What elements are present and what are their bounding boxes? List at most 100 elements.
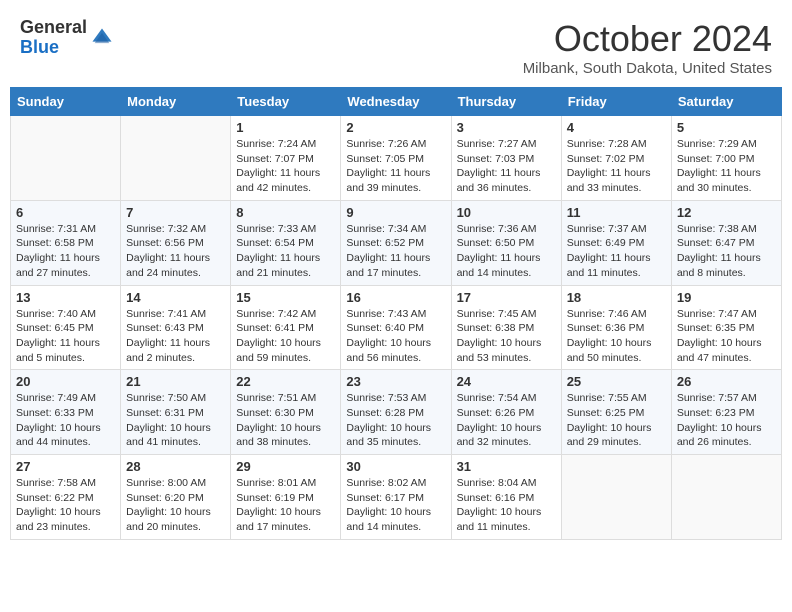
calendar-cell: 16Sunrise: 7:43 AMSunset: 6:40 PMDayligh… bbox=[341, 285, 451, 370]
day-info: Sunrise: 8:02 AMSunset: 6:17 PMDaylight:… bbox=[346, 476, 445, 535]
day-info: Sunrise: 7:41 AMSunset: 6:43 PMDaylight:… bbox=[126, 307, 225, 366]
calendar-cell: 25 Sunrise: 7:55 AMSunset: 6:25 PMDayligh… bbox=[561, 370, 671, 455]
day-header-thursday: Thursday bbox=[451, 88, 561, 116]
day-info: Sunrise: 7:32 AMSunset: 6:56 PMDaylight:… bbox=[126, 222, 225, 281]
calendar-cell: 30 Sunrise: 8:02 AMSunset: 6:17 PMDayligh… bbox=[341, 455, 451, 540]
day-info: Sunrise: 7:24 AMSunset: 7:07 PMDaylight:… bbox=[236, 137, 335, 196]
day-info: Sunrise: 7:47 AMSunset: 6:35 PMDaylight:… bbox=[677, 307, 776, 366]
calendar-cell: 7Sunrise: 7:32 AMSunset: 6:56 PMDaylight… bbox=[121, 200, 231, 285]
calendar-week-row: 13 Sunrise: 7:40 AMSunset: 6:45 PMDayligh… bbox=[11, 285, 782, 370]
calendar-cell: 8 Sunrise: 7:33 AMSunset: 6:54 PMDaylight… bbox=[231, 200, 341, 285]
calendar-week-row: 20 Sunrise: 7:49 AMSunset: 6:33 PMDayligh… bbox=[11, 370, 782, 455]
day-info: Sunrise: 8:04 AMSunset: 6:16 PMDaylight:… bbox=[457, 476, 556, 535]
calendar-cell: 15Sunrise: 7:42 AMSunset: 6:41 PMDayligh… bbox=[231, 285, 341, 370]
calendar-cell: 9 Sunrise: 7:34 AMSunset: 6:52 PMDaylight… bbox=[341, 200, 451, 285]
day-info: Sunrise: 7:49 AMSunset: 6:33 PMDaylight:… bbox=[16, 391, 115, 450]
day-header-tuesday: Tuesday bbox=[231, 88, 341, 116]
day-info: Sunrise: 7:46 AMSunset: 6:36 PMDaylight:… bbox=[567, 307, 666, 366]
day-info: Sunrise: 7:40 AMSunset: 6:45 PMDaylight:… bbox=[16, 307, 115, 366]
day-header-wednesday: Wednesday bbox=[341, 88, 451, 116]
calendar-cell bbox=[121, 116, 231, 201]
day-info: Sunrise: 7:53 AMSunset: 6:28 PMDaylight:… bbox=[346, 391, 445, 450]
day-info: Sunrise: 7:26 AMSunset: 7:05 PMDaylight:… bbox=[346, 137, 445, 196]
day-info: Sunrise: 7:51 AMSunset: 6:30 PMDaylight:… bbox=[236, 391, 335, 450]
calendar-cell: 21Sunrise: 7:50 AMSunset: 6:31 PMDayligh… bbox=[121, 370, 231, 455]
day-number: 20 bbox=[16, 374, 115, 389]
calendar-cell: 31 Sunrise: 8:04 AMSunset: 6:16 PMDayligh… bbox=[451, 455, 561, 540]
calendar-cell: 4 Sunrise: 7:28 AMSunset: 7:02 PMDaylight… bbox=[561, 116, 671, 201]
day-number: 26 bbox=[677, 374, 776, 389]
day-info: Sunrise: 7:34 AMSunset: 6:52 PMDaylight:… bbox=[346, 222, 445, 281]
logo-general: General bbox=[20, 18, 87, 38]
logo: General Blue bbox=[20, 18, 113, 58]
calendar-cell: 5 Sunrise: 7:29 AMSunset: 7:00 PMDaylight… bbox=[671, 116, 781, 201]
day-number: 19 bbox=[677, 290, 776, 305]
day-info: Sunrise: 7:33 AMSunset: 6:54 PMDaylight:… bbox=[236, 222, 335, 281]
calendar-cell bbox=[11, 116, 121, 201]
calendar-header-row: SundayMondayTuesdayWednesdayThursdayFrid… bbox=[11, 88, 782, 116]
day-number: 25 bbox=[567, 374, 666, 389]
day-info: Sunrise: 7:27 AMSunset: 7:03 PMDaylight:… bbox=[457, 137, 556, 196]
day-number: 5 bbox=[677, 120, 776, 135]
calendar-cell: 20 Sunrise: 7:49 AMSunset: 6:33 PMDayligh… bbox=[11, 370, 121, 455]
day-number: 9 bbox=[346, 205, 445, 220]
day-info: Sunrise: 7:28 AMSunset: 7:02 PMDaylight:… bbox=[567, 137, 666, 196]
day-info: Sunrise: 7:45 AMSunset: 6:38 PMDaylight:… bbox=[457, 307, 556, 366]
calendar-cell bbox=[671, 455, 781, 540]
day-info: Sunrise: 7:57 AMSunset: 6:23 PMDaylight:… bbox=[677, 391, 776, 450]
day-info: Sunrise: 7:42 AMSunset: 6:41 PMDaylight:… bbox=[236, 307, 335, 366]
day-number: 1 bbox=[236, 120, 335, 135]
day-number: 3 bbox=[457, 120, 556, 135]
day-number: 11 bbox=[567, 205, 666, 220]
calendar-cell: 1 Sunrise: 7:24 AMSunset: 7:07 PMDaylight… bbox=[231, 116, 341, 201]
calendar-cell: 19 Sunrise: 7:47 AMSunset: 6:35 PMDayligh… bbox=[671, 285, 781, 370]
day-number: 13 bbox=[16, 290, 115, 305]
calendar-cell: 23Sunrise: 7:53 AMSunset: 6:28 PMDayligh… bbox=[341, 370, 451, 455]
day-number: 29 bbox=[236, 459, 335, 474]
day-number: 30 bbox=[346, 459, 445, 474]
day-header-monday: Monday bbox=[121, 88, 231, 116]
calendar-week-row: 6Sunrise: 7:31 AMSunset: 6:58 PMDaylight… bbox=[11, 200, 782, 285]
day-number: 28 bbox=[126, 459, 225, 474]
logo-blue: Blue bbox=[20, 38, 87, 58]
day-number: 17 bbox=[457, 290, 556, 305]
calendar-cell: 13 Sunrise: 7:40 AMSunset: 6:45 PMDayligh… bbox=[11, 285, 121, 370]
day-number: 27 bbox=[16, 459, 115, 474]
day-header-saturday: Saturday bbox=[671, 88, 781, 116]
day-info: Sunrise: 7:55 AMSunset: 6:25 PMDaylight:… bbox=[567, 391, 666, 450]
day-number: 8 bbox=[236, 205, 335, 220]
day-number: 12 bbox=[677, 205, 776, 220]
title-area: October 2024 Milbank, South Dakota, Unit… bbox=[523, 18, 772, 77]
day-header-sunday: Sunday bbox=[11, 88, 121, 116]
day-info: Sunrise: 7:36 AMSunset: 6:50 PMDaylight:… bbox=[457, 222, 556, 281]
day-info: Sunrise: 7:29 AMSunset: 7:00 PMDaylight:… bbox=[677, 137, 776, 196]
calendar-cell: 24 Sunrise: 7:54 AMSunset: 6:26 PMDayligh… bbox=[451, 370, 561, 455]
calendar-cell: 14Sunrise: 7:41 AMSunset: 6:43 PMDayligh… bbox=[121, 285, 231, 370]
day-number: 10 bbox=[457, 205, 556, 220]
day-number: 21 bbox=[126, 374, 225, 389]
day-number: 31 bbox=[457, 459, 556, 474]
day-info: Sunrise: 7:43 AMSunset: 6:40 PMDaylight:… bbox=[346, 307, 445, 366]
day-info: Sunrise: 7:38 AMSunset: 6:47 PMDaylight:… bbox=[677, 222, 776, 281]
calendar-cell: 28 Sunrise: 8:00 AMSunset: 6:20 PMDayligh… bbox=[121, 455, 231, 540]
day-info: Sunrise: 7:54 AMSunset: 6:26 PMDaylight:… bbox=[457, 391, 556, 450]
day-number: 2 bbox=[346, 120, 445, 135]
day-header-friday: Friday bbox=[561, 88, 671, 116]
month-title: October 2024 bbox=[523, 18, 772, 60]
day-number: 18 bbox=[567, 290, 666, 305]
header: General Blue October 2024 Milbank, South… bbox=[10, 10, 782, 81]
calendar-cell: 6Sunrise: 7:31 AMSunset: 6:58 PMDaylight… bbox=[11, 200, 121, 285]
location: Milbank, South Dakota, United States bbox=[523, 60, 772, 77]
calendar-cell: 26 Sunrise: 7:57 AMSunset: 6:23 PMDayligh… bbox=[671, 370, 781, 455]
day-info: Sunrise: 8:00 AMSunset: 6:20 PMDaylight:… bbox=[126, 476, 225, 535]
calendar-cell: 17 Sunrise: 7:45 AMSunset: 6:38 PMDayligh… bbox=[451, 285, 561, 370]
calendar-cell: 18 Sunrise: 7:46 AMSunset: 6:36 PMDayligh… bbox=[561, 285, 671, 370]
calendar-cell: 2 Sunrise: 7:26 AMSunset: 7:05 PMDaylight… bbox=[341, 116, 451, 201]
day-number: 24 bbox=[457, 374, 556, 389]
day-info: Sunrise: 7:37 AMSunset: 6:49 PMDaylight:… bbox=[567, 222, 666, 281]
day-info: Sunrise: 7:58 AMSunset: 6:22 PMDaylight:… bbox=[16, 476, 115, 535]
calendar-cell: 22Sunrise: 7:51 AMSunset: 6:30 PMDayligh… bbox=[231, 370, 341, 455]
day-number: 4 bbox=[567, 120, 666, 135]
day-info: Sunrise: 7:31 AMSunset: 6:58 PMDaylight:… bbox=[16, 222, 115, 281]
calendar-cell: 29Sunrise: 8:01 AMSunset: 6:19 PMDayligh… bbox=[231, 455, 341, 540]
